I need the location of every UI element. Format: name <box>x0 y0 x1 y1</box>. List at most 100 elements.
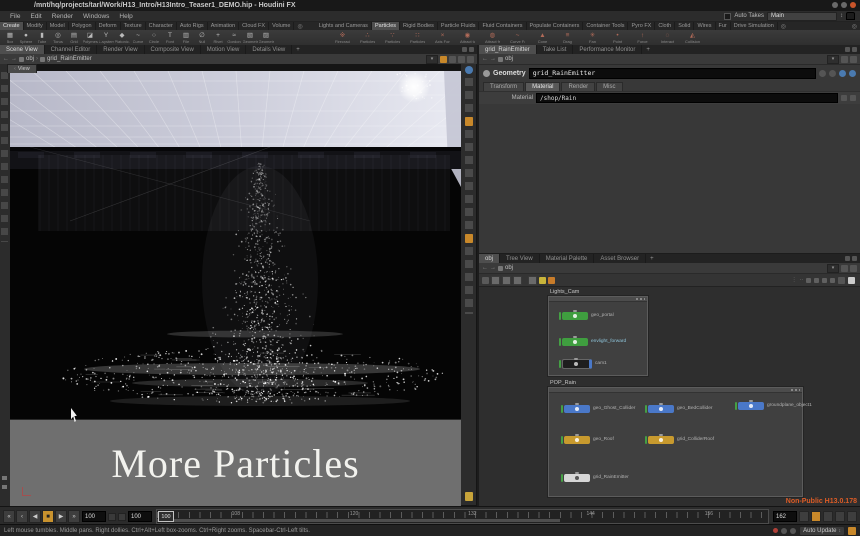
forward-icon[interactable]: → <box>490 56 496 62</box>
transport-button[interactable]: ‹ <box>16 510 28 523</box>
network-node[interactable]: geo_portal <box>559 311 614 320</box>
shelf-tool-button[interactable]: ◪ Polymesh <box>82 32 98 44</box>
auto-takes-checkbox[interactable] <box>724 13 731 20</box>
shelf-tab[interactable]: Texture <box>121 22 146 30</box>
snap-mode-icon[interactable] <box>465 234 473 243</box>
shelf-tab[interactable]: Character <box>146 22 177 30</box>
shelf-tab[interactable]: Wires <box>694 22 715 30</box>
minimize-icon[interactable] <box>832 2 838 8</box>
param-tab[interactable]: Material <box>525 82 560 91</box>
pane-tab[interactable]: Channel Editor <box>45 45 98 54</box>
shelf-tab[interactable]: Particles <box>372 22 400 30</box>
shelf-tool-button[interactable]: ● Sphere <box>18 32 34 44</box>
layout-icon[interactable] <box>458 56 465 63</box>
page-icon[interactable] <box>513 276 522 285</box>
shelf-gear-icon[interactable]: ◎ <box>778 23 789 30</box>
menu-item[interactable]: Windows <box>78 13 114 20</box>
align-icon[interactable] <box>814 278 819 283</box>
playbar-options-icon[interactable] <box>811 511 821 522</box>
display-flag-icon[interactable] <box>561 436 563 444</box>
transport-button[interactable]: « <box>3 510 15 523</box>
node-icon[interactable] <box>738 402 764 410</box>
forward-icon[interactable]: → <box>490 265 496 271</box>
display-flag-icon[interactable] <box>559 338 561 346</box>
transport-button[interactable]: » <box>68 510 80 523</box>
display-options-icon[interactable] <box>465 492 473 501</box>
back-icon[interactable]: ← <box>482 56 488 62</box>
network-node[interactable]: cam1 <box>559 359 607 368</box>
error-indicator-icon[interactable] <box>773 528 778 533</box>
range-limit-icon[interactable] <box>118 513 126 521</box>
pin-icon[interactable] <box>850 56 857 63</box>
pane-tab[interactable]: Render View <box>97 45 144 54</box>
pane-tab[interactable]: grid_RainEmitter <box>479 45 537 54</box>
shelf-tab[interactable]: Modify <box>24 22 47 30</box>
shelf-tool-button[interactable]: ▦ Box <box>2 32 18 44</box>
path-context[interactable]: obj <box>498 265 513 271</box>
display-flag-icon[interactable] <box>559 360 561 368</box>
display-flag-icon[interactable] <box>645 436 647 444</box>
grid-icon[interactable] <box>822 278 827 283</box>
forward-icon[interactable]: → <box>11 56 17 62</box>
param-tab[interactable]: Transform <box>483 82 524 91</box>
box-controls-icon[interactable] <box>791 389 800 391</box>
pane-tab[interactable]: Motion View <box>201 45 247 54</box>
network-box-pop-rain[interactable]: POP_Rain geo_Ghost_Collider geo_BedColl <box>548 387 803 497</box>
open-floating-icon[interactable] <box>850 95 856 101</box>
shelf-tool-button[interactable]: ↑ Force <box>630 32 655 44</box>
new-page-icon[interactable] <box>491 276 500 285</box>
pane-tab[interactable]: Composite View <box>145 45 201 54</box>
shelf-tool-button[interactable]: ∵ Particles fr... <box>380 32 405 44</box>
frame-all-icon[interactable] <box>848 277 855 284</box>
pane-menu-icon[interactable] <box>845 256 850 261</box>
shelf-tab[interactable]: Model <box>47 22 69 30</box>
node-icon[interactable] <box>562 359 592 369</box>
current-frame-field[interactable]: 100 <box>82 511 106 522</box>
back-icon[interactable]: ← <box>3 56 9 62</box>
pane-tab[interactable]: Performance Monitor <box>573 45 642 54</box>
shelf-tab[interactable]: Solid <box>675 22 694 30</box>
output-icon[interactable] <box>849 70 856 77</box>
network-node[interactable]: grid_RainEmitter <box>561 473 629 482</box>
shelf-tool-button[interactable]: ◎ Torus <box>50 32 66 44</box>
shelf-tab[interactable]: Create <box>0 22 24 30</box>
node-icon[interactable] <box>564 405 590 413</box>
shelf-tool-button[interactable]: ≈ Gordon <box>226 32 242 44</box>
pane-tab[interactable]: Take List <box>537 45 574 54</box>
display-flag-icon[interactable] <box>735 402 737 410</box>
overview-icon[interactable] <box>830 278 835 283</box>
shelf-tool-button[interactable]: ∷ Particles fr... <box>405 32 430 44</box>
node-name-field[interactable]: grid_RainEmitter <box>529 68 816 79</box>
path-node[interactable]: grid_RainEmitter <box>40 56 92 62</box>
node-icon[interactable] <box>564 474 590 482</box>
search-icon[interactable] <box>838 277 845 284</box>
shelf-tool-button[interactable]: × Axis Force <box>430 32 455 44</box>
menu-icon[interactable] <box>482 277 489 284</box>
shelf-tool-button[interactable]: ∅ Null <box>194 32 210 44</box>
pane-menu-icon[interactable] <box>462 47 467 52</box>
path-dropdown-icon[interactable]: ▾ <box>426 55 438 64</box>
help-icon[interactable] <box>790 528 796 534</box>
range-start-field[interactable]: 100 <box>128 511 152 522</box>
jump-back-icon[interactable] <box>841 265 848 272</box>
gear-icon[interactable] <box>819 70 826 77</box>
shelf-tab[interactable]: Populate Containers <box>527 22 584 30</box>
maximize-icon[interactable] <box>841 2 847 8</box>
split-icon[interactable] <box>449 56 456 63</box>
material-path-field[interactable]: /shop/Rain <box>536 93 838 103</box>
pane-maximize-icon[interactable] <box>852 256 857 261</box>
node-icon[interactable] <box>564 436 590 444</box>
dots-icon[interactable]: ⋮ <box>792 277 797 283</box>
network-node[interactable]: envlight_forward <box>559 337 626 346</box>
new-tab-icon[interactable]: + <box>292 45 304 54</box>
shelf-tool-button[interactable]: ∴ Particles fr... <box>355 32 380 44</box>
pane-maximize-icon[interactable] <box>469 47 474 52</box>
keyframe-icon[interactable] <box>847 511 857 522</box>
shelf-tab[interactable]: Fluid Containers <box>479 22 526 30</box>
loop-icon[interactable] <box>823 511 833 522</box>
network-node[interactable]: grid_ColliderRoof <box>645 435 714 444</box>
arrange-icon[interactable] <box>806 278 811 283</box>
shelf-tool-button[interactable]: ◆ Platonic... <box>114 32 130 44</box>
shelf-tab[interactable]: Particle Fluids <box>438 22 480 30</box>
pane-tab[interactable]: Tree View <box>500 254 540 263</box>
